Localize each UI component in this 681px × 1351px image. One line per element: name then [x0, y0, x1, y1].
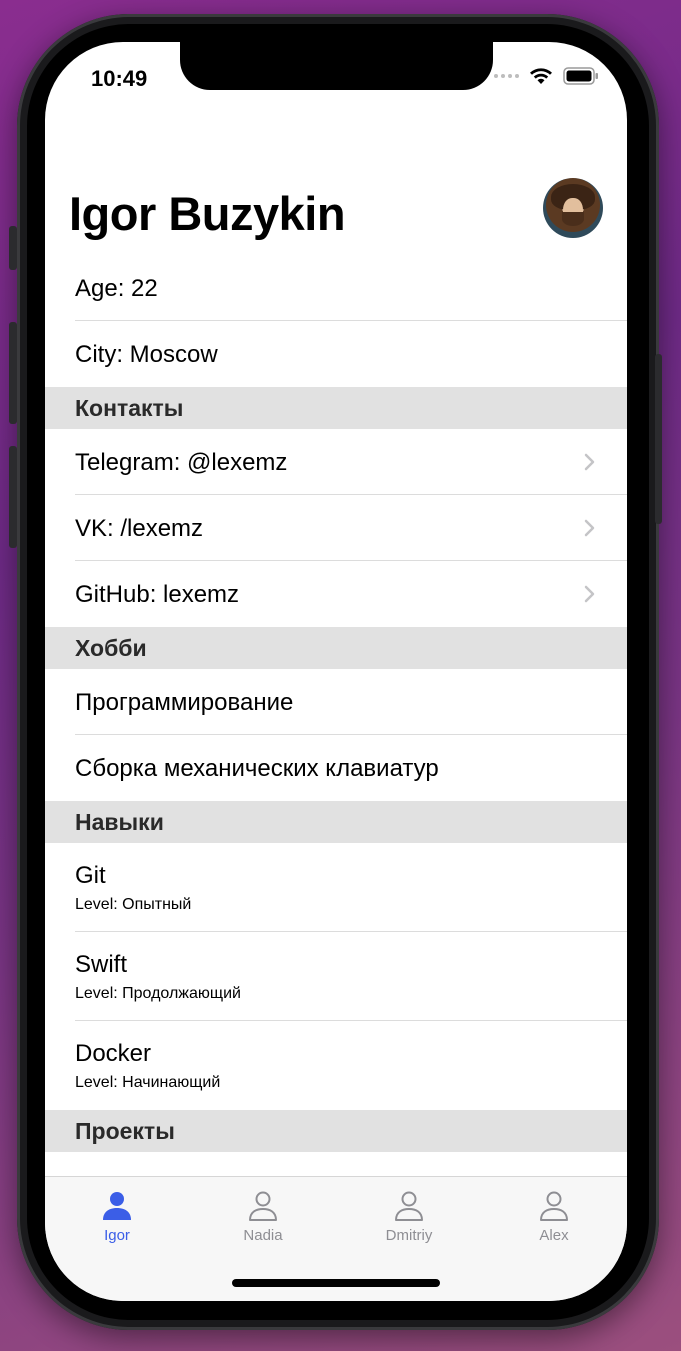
status-icons: [494, 67, 599, 85]
contact-row-telegram[interactable]: Telegram: @lexemz: [45, 429, 627, 495]
person-fill-icon: [103, 1192, 131, 1220]
tab-label: Dmitriy: [385, 1227, 433, 1244]
skill-name: Docker: [75, 1040, 152, 1067]
chevron-right-icon: [584, 585, 595, 603]
age-label: Age: 22: [75, 275, 158, 302]
skill-level: Level: Продолжающий: [75, 985, 241, 1002]
section-title: Навыки: [75, 809, 164, 835]
power-button: [655, 354, 662, 524]
contact-label: GitHub: lexemz: [75, 581, 240, 608]
hobby-label: Сборка механических клавиатур: [75, 755, 439, 782]
person-icon: [249, 1191, 277, 1221]
list-item-city: City: Moscow: [45, 321, 627, 387]
skill-row: Docker Level: Начинающий: [45, 1021, 627, 1110]
section-header-skills: Навыки: [45, 801, 627, 843]
tab-nadia[interactable]: Nadia: [218, 1189, 308, 1244]
tab-dmitriy[interactable]: Dmitriy: [364, 1189, 454, 1244]
tab-label: Nadia: [243, 1227, 283, 1244]
profile-list: Age: 22 City: Moscow Контакты Telegram: …: [45, 255, 627, 1152]
battery-icon: [563, 67, 599, 85]
hobby-row: Сборка механических клавиатур: [45, 735, 627, 801]
contact-row-github[interactable]: GitHub: lexemz: [45, 561, 627, 627]
hobby-label: Программирование: [75, 689, 294, 716]
tab-igor[interactable]: Igor: [72, 1189, 162, 1244]
tab-label: Alex: [539, 1227, 569, 1244]
person-icon: [540, 1191, 568, 1221]
page-title: Igor Buzykin: [69, 187, 346, 240]
section-header-projects: Проекты: [45, 1110, 627, 1152]
section-header-hobbies: Хобби: [45, 627, 627, 669]
skill-level: Level: Начинающий: [75, 1074, 221, 1091]
city-label: City: Moscow: [75, 341, 218, 368]
section-header-contacts: Контакты: [45, 387, 627, 429]
avatar[interactable]: [543, 178, 603, 238]
person-icon: [395, 1191, 423, 1221]
volume-up-button: [9, 322, 17, 424]
cellular-signal-icon: [494, 74, 519, 78]
skill-row: Git Level: Опытный: [45, 843, 627, 932]
list-item-age: Age: 22: [45, 255, 627, 321]
status-time: 10:49: [91, 66, 148, 91]
hobby-row: Программирование: [45, 669, 627, 735]
app-screen: 10:49 Igor Buzykin Age: 22 City: Moscow …: [45, 42, 627, 1301]
contact-row-vk[interactable]: VK: /lexemz: [45, 495, 627, 561]
contact-label: VK: /lexemz: [75, 515, 204, 542]
wifi-icon: [529, 67, 553, 85]
section-title: Контакты: [75, 395, 184, 421]
section-title: Проекты: [75, 1118, 175, 1144]
home-indicator[interactable]: [232, 1279, 440, 1287]
contact-label: Telegram: @lexemz: [75, 449, 288, 476]
section-title: Хобби: [75, 635, 147, 661]
skill-name: Swift: [75, 951, 128, 978]
notch: [180, 42, 493, 90]
tab-label: Igor: [104, 1227, 130, 1244]
tab-alex[interactable]: Alex: [509, 1189, 599, 1244]
mute-switch: [9, 226, 17, 270]
volume-down-button: [9, 446, 17, 548]
profile-header: Igor Buzykin: [45, 178, 627, 256]
chevron-right-icon: [584, 519, 595, 537]
skill-level: Level: Опытный: [75, 896, 192, 913]
skill-name: Git: [75, 862, 106, 889]
chevron-right-icon: [584, 453, 595, 471]
skill-row: Swift Level: Продолжающий: [45, 932, 627, 1021]
